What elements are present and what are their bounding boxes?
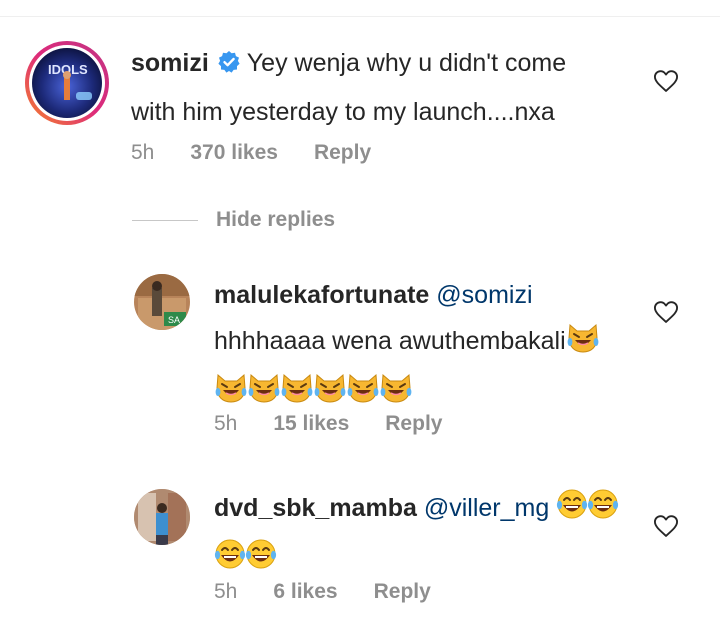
username[interactable]: malulekafortunate	[214, 281, 429, 309]
timestamp: 5h	[214, 412, 238, 435]
timestamp: 5h	[214, 580, 238, 603]
tears-of-joy-cat-emoji-icon	[313, 371, 347, 418]
avatar[interactable]: SA	[134, 274, 190, 330]
comment-text-line1: Yey wenja why u didn't come	[246, 49, 567, 77]
emoji-row-2	[214, 539, 277, 572]
comment-meta: 5h 370 likes Reply	[131, 141, 407, 165]
hide-replies-label[interactable]: Hide replies	[216, 208, 335, 232]
emoji-row-2	[214, 373, 412, 405]
reply-button[interactable]: Reply	[314, 141, 371, 164]
reply-text: malulekafortunate @somizi hhhhaaaa wena …	[214, 272, 634, 418]
tears-of-joy-cat-emoji-icon	[280, 371, 314, 418]
likes-count[interactable]: 6 likes	[273, 580, 337, 603]
tears-of-joy-cat-emoji-icon	[214, 371, 248, 418]
heart-icon[interactable]	[652, 67, 680, 95]
tears-of-joy-cat-emoji-icon	[346, 371, 380, 418]
timestamp: 5h	[131, 141, 155, 164]
username[interactable]: dvd_sbk_mamba	[214, 494, 417, 522]
comment-text-line2: with him yesterday to my launch....nxa	[131, 98, 555, 126]
heart-icon[interactable]	[652, 512, 680, 540]
reply-meta: 5h 15 likes Reply	[214, 412, 478, 436]
reply-button[interactable]: Reply	[374, 580, 431, 603]
tears-of-joy-emoji-icon	[587, 488, 619, 535]
verified-badge-icon	[217, 43, 241, 89]
likes-count[interactable]: 15 likes	[273, 412, 349, 435]
avatar[interactable]	[134, 489, 190, 545]
likes-count[interactable]: 370 likes	[190, 141, 278, 164]
divider	[132, 219, 198, 221]
emoji-row-1	[566, 323, 599, 355]
comment-text: somizi Yey wenja why u didn't come with h…	[131, 40, 651, 135]
avatar[interactable]: IDOLS	[24, 40, 110, 126]
emoji-row-1	[556, 489, 619, 522]
mention-link[interactable]: @somizi	[436, 281, 532, 309]
reply-text: dvd_sbk_mamba @viller_mg	[214, 485, 634, 585]
hide-replies-toggle[interactable]: Hide replies	[132, 204, 335, 236]
mention-link[interactable]: @viller_mg	[424, 494, 549, 522]
tears-of-joy-emoji-icon	[556, 488, 588, 535]
tears-of-joy-cat-emoji-icon	[379, 371, 413, 418]
heart-icon[interactable]	[652, 298, 680, 326]
username[interactable]: somizi	[131, 49, 209, 77]
top-divider	[0, 16, 720, 17]
tears-of-joy-cat-emoji-icon	[566, 321, 600, 368]
svg-text:SA: SA	[168, 315, 180, 325]
tears-of-joy-emoji-icon	[214, 538, 246, 585]
tears-of-joy-cat-emoji-icon	[247, 371, 281, 418]
reply-text-line1: hhhhaaaa wena awuthembakali	[214, 327, 566, 355]
reply-meta: 5h 6 likes Reply	[214, 580, 467, 604]
tears-of-joy-emoji-icon	[245, 538, 277, 585]
reply-button[interactable]: Reply	[385, 412, 442, 435]
